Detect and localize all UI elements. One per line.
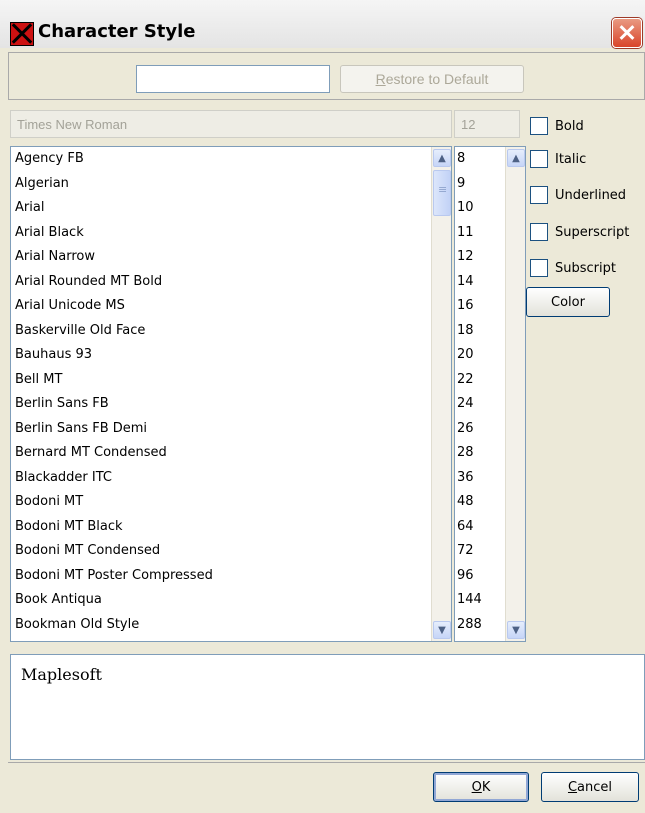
bold-label: Bold [555, 118, 584, 134]
size-list-items: 8 9 10 11 12 14 16 18 20 22 24 26 28 36 48 64 72 96 144 288 [455, 147, 501, 637]
size-list-item[interactable]: 9 [455, 172, 501, 197]
font-list-item[interactable]: Baskerville Old Face [11, 319, 431, 344]
font-list-item[interactable]: Arial Unicode MS [11, 294, 431, 319]
italic-label: Italic [555, 151, 587, 167]
underlined-option[interactable]: Underlined [530, 184, 626, 206]
title-bar: Character Style [0, 0, 645, 48]
restore-label: estore to Default [385, 71, 489, 87]
font-list-item[interactable]: Algerian [11, 172, 431, 197]
size-list-item[interactable]: 288 [455, 613, 501, 638]
font-list-items: Agency FB Algerian Arial Arial Black Arial N… [11, 147, 431, 637]
size-list-item[interactable]: 36 [455, 466, 501, 491]
superscript-label: Superscript [555, 224, 630, 240]
size-list-item[interactable]: 16 [455, 294, 501, 319]
bold-checkbox[interactable] [530, 117, 548, 135]
font-list-item[interactable]: Book Antiqua [11, 588, 431, 613]
size-list-item[interactable]: 10 [455, 196, 501, 221]
font-list-item[interactable]: Bauhaus 93 [11, 343, 431, 368]
size-list-item[interactable]: 20 [455, 343, 501, 368]
size-list[interactable]: 8 9 10 11 12 14 16 18 20 22 24 26 28 36 48 64 72 96 144 288… [454, 146, 526, 642]
subscript-checkbox[interactable] [530, 259, 548, 277]
superscript-checkbox[interactable] [530, 223, 548, 241]
italic-option[interactable]: Italic [530, 148, 586, 170]
preview-area: Maplesoft [10, 654, 645, 760]
font-list-item[interactable]: Bookman Old Style [11, 613, 431, 638]
color-button[interactable]: Color [526, 287, 610, 317]
font-list-item[interactable]: Arial Narrow [11, 245, 431, 270]
style-name-input[interactable] [136, 65, 330, 93]
scroll-up-icon[interactable]: ▲ [433, 149, 451, 167]
size-list-item[interactable]: 64 [455, 515, 501, 540]
font-list-item[interactable]: Agency FB [11, 147, 431, 172]
size-list-item[interactable]: 12 [455, 245, 501, 270]
window-title: Character Style [38, 21, 196, 42]
subscript-label: Subscript [555, 260, 616, 276]
size-list-item[interactable]: 22 [455, 368, 501, 393]
cancel-mnemonic: C [567, 779, 578, 795]
ok-mnemonic: O [471, 779, 482, 795]
subscript-option[interactable]: Subscript [530, 257, 616, 279]
italic-checkbox[interactable] [530, 150, 548, 168]
underlined-checkbox[interactable] [530, 186, 548, 204]
superscript-option[interactable]: Superscript [530, 221, 629, 243]
size-list-item[interactable]: 28 [455, 441, 501, 466]
size-list-item[interactable]: 26 [455, 417, 501, 442]
font-list-item[interactable]: Bell MT [11, 368, 431, 393]
size-list-item[interactable]: 14 [455, 270, 501, 295]
scroll-down-icon[interactable]: ▼ [507, 621, 525, 639]
underlined-label: Underlined [555, 187, 627, 203]
restore-default-button[interactable]: Restore to Default [340, 65, 524, 93]
size-list-item[interactable]: 8 [455, 147, 501, 172]
size-list-item[interactable]: 18 [455, 319, 501, 344]
size-list-item[interactable]: 24 [455, 392, 501, 417]
font-list[interactable]: Agency FB Algerian Arial Arial Black Arial N… [10, 146, 452, 642]
font-list-item[interactable]: Bodoni MT Poster Compressed [11, 564, 431, 589]
font-list-item[interactable]: Arial [11, 196, 431, 221]
cancel-button[interactable]: Cancel [541, 772, 639, 802]
font-list-item[interactable]: Bodoni MT [11, 490, 431, 515]
size-list-item[interactable]: 144 [455, 588, 501, 613]
bold-option[interactable]: Bold [530, 115, 584, 137]
size-list-item[interactable]: 11 [455, 221, 501, 246]
preview-text: Maplesoft [21, 665, 102, 684]
scroll-thumb[interactable] [433, 170, 451, 216]
font-list-item[interactable]: Bernard MT Condensed [11, 441, 431, 466]
ok-button[interactable]: OK [433, 772, 529, 802]
size-list-scrollbar[interactable]: ▲ ▼ [505, 147, 525, 641]
font-list-item[interactable]: Bodoni MT Black [11, 515, 431, 540]
divider [8, 762, 645, 763]
font-list-item[interactable]: Berlin Sans FB Demi [11, 417, 431, 442]
size-list-item[interactable]: 96 [455, 564, 501, 589]
app-icon [10, 22, 34, 46]
font-list-item[interactable]: Arial Rounded MT Bold [11, 270, 431, 295]
scroll-up-icon[interactable]: ▲ [507, 149, 525, 167]
size-list-item[interactable]: 72 [455, 539, 501, 564]
cancel-label: ancel [577, 779, 613, 795]
font-name-field[interactable]: Times New Roman [10, 110, 452, 138]
font-list-item[interactable]: Blackadder ITC [11, 466, 431, 491]
restore-mnemonic: R [375, 71, 386, 87]
font-list-item[interactable]: Berlin Sans FB [11, 392, 431, 417]
font-list-item[interactable]: Arial Black [11, 221, 431, 246]
close-button[interactable] [612, 18, 642, 48]
font-size-field[interactable]: 12 [454, 110, 520, 138]
size-list-item[interactable]: 48 [455, 490, 501, 515]
font-list-scrollbar[interactable]: ▲ ▼ [431, 147, 451, 641]
font-list-item[interactable]: Bodoni MT Condensed [11, 539, 431, 564]
ok-label: K [481, 779, 491, 795]
scroll-down-icon[interactable]: ▼ [433, 621, 451, 639]
